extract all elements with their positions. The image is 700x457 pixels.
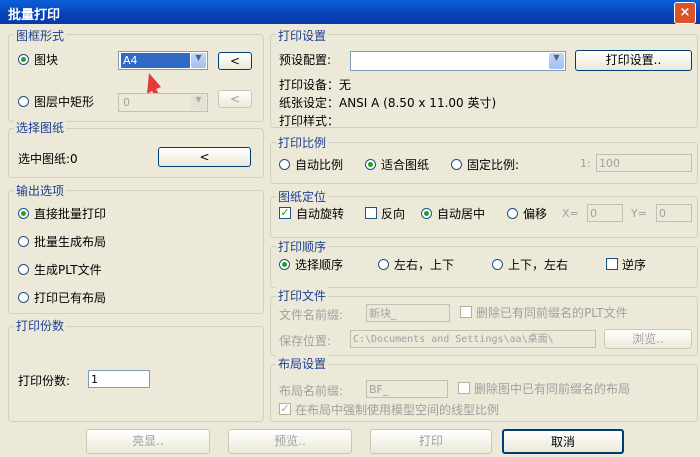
print-settings-title: 打印设置 <box>276 27 329 44</box>
frame-group-title: 图框形式 <box>14 27 67 44</box>
x-label: X= <box>562 207 579 220</box>
browse-button[interactable]: 浏览.. <box>604 329 692 349</box>
chevron-down-icon: ▼ <box>191 53 206 68</box>
output-plt-label: 生成PLT文件 <box>34 263 102 277</box>
pick-icon: < <box>199 150 210 164</box>
ratio-prefix: 1: <box>580 157 591 170</box>
delete-plt-label: 删除已有同前缀名的PLT文件 <box>476 306 628 320</box>
preview-button[interactable]: 预览.. <box>228 429 352 454</box>
print-settings-button[interactable]: 打印设置.. <box>575 50 692 71</box>
output-layout-label: 批量生成布局 <box>34 235 107 249</box>
block-radio[interactable] <box>18 54 29 65</box>
output-direct-label: 直接批量打印 <box>34 207 107 221</box>
reverse-label: 反向 <box>381 207 406 221</box>
highlight-button[interactable]: 亮显.. <box>86 429 210 454</box>
layer-value: 0 <box>123 96 130 109</box>
selected-count-text: 选中图纸:0 <box>18 152 78 166</box>
scale-fit-label: 适合图纸 <box>381 158 430 172</box>
block-label: 图块 <box>34 53 59 67</box>
copies-group-title: 打印份数 <box>14 317 67 334</box>
x-input[interactable]: 0 <box>587 204 623 222</box>
offset-label: 偏移 <box>523 207 548 221</box>
block-combo[interactable]: A4 ▼ <box>118 51 208 70</box>
print-button[interactable]: 打印 <box>370 429 492 454</box>
auto-center-label: 自动居中 <box>437 207 486 221</box>
order-lr-radio[interactable] <box>378 259 389 270</box>
select-group-title: 选择图纸 <box>14 119 67 136</box>
output-layout-radio[interactable] <box>18 236 29 247</box>
output-existing-radio[interactable] <box>18 292 29 303</box>
print-file-title: 打印文件 <box>276 287 329 304</box>
ratio-input[interactable]: 100 <box>596 154 692 172</box>
pick-block-button[interactable]: < <box>218 52 252 70</box>
order-lr-label: 左右，上下 <box>394 258 455 272</box>
chevron-down-icon: ▼ <box>191 95 206 110</box>
style-text: 打印样式： <box>279 114 340 128</box>
window-title: 批量打印 <box>8 8 61 23</box>
file-prefix-label: 文件名前缀: <box>279 308 344 322</box>
order-select-label: 选择顺序 <box>295 258 344 272</box>
delete-layout-checkbox[interactable] <box>458 382 470 394</box>
scale-fit-radio[interactable] <box>365 159 376 170</box>
auto-rotate-checkbox[interactable]: ✓ <box>279 207 291 219</box>
device-text: 打印设备：无 <box>279 78 352 92</box>
file-prefix-input[interactable]: 新块_ <box>366 304 450 322</box>
dialog-client: 图框形式 图块 A4 ▼ < 图层中矩形 0 ▼ < 选择图纸 选中图纸:0 <… <box>0 24 700 457</box>
output-direct-radio[interactable] <box>18 208 29 219</box>
position-group-title: 图纸定位 <box>276 188 329 205</box>
chevron-down-icon: ▼ <box>549 53 564 69</box>
y-label: Y= <box>631 207 647 220</box>
delete-layout-label: 删除图中已有同前缀名的布局 <box>474 382 631 396</box>
cancel-button[interactable]: 取消 <box>502 429 624 454</box>
scale-group-title: 打印比例 <box>276 134 329 151</box>
force-linetype-checkbox[interactable]: ✓ <box>279 403 291 415</box>
order-tb-radio[interactable] <box>492 259 503 270</box>
pick-icon: < <box>229 54 241 68</box>
layout-group-title: 布局设置 <box>276 355 329 372</box>
output-plt-radio[interactable] <box>18 264 29 275</box>
offset-radio[interactable] <box>507 208 518 219</box>
pick-icon: < <box>229 92 241 106</box>
copies-label: 打印份数: <box>18 374 71 388</box>
order-group-title: 打印顺序 <box>276 238 329 255</box>
select-drawings-button[interactable]: < <box>158 147 251 167</box>
order-tb-label: 上下，左右 <box>508 258 569 272</box>
delete-plt-checkbox[interactable] <box>460 306 472 318</box>
close-icon: × <box>679 5 691 20</box>
scale-fixed-label: 固定比例: <box>467 158 520 172</box>
layer-combo[interactable]: 0 ▼ <box>118 93 208 112</box>
copies-input[interactable]: 1 <box>88 370 150 388</box>
layer-rect-label: 图层中矩形 <box>34 95 95 109</box>
force-linetype-label: 在布局中强制使用模型空间的线型比例 <box>295 403 500 417</box>
order-select-radio[interactable] <box>279 259 290 270</box>
order-reverse-checkbox[interactable] <box>606 258 618 270</box>
output-group-title: 输出选项 <box>14 182 67 199</box>
save-path-input[interactable]: C:\Documents and Settings\aa\桌面\ <box>350 330 596 348</box>
order-reverse-label: 逆序 <box>622 258 647 272</box>
scale-fixed-radio[interactable] <box>451 159 462 170</box>
title-bar: 批量打印 × <box>0 0 700 24</box>
block-value: A4 <box>121 53 190 68</box>
preset-combo[interactable]: ▼ <box>350 51 566 71</box>
scale-auto-label: 自动比例 <box>295 158 344 172</box>
preset-label: 预设配置: <box>279 53 332 67</box>
y-input[interactable]: 0 <box>656 204 692 222</box>
auto-center-radio[interactable] <box>421 208 432 219</box>
layout-prefix-label: 布局名前缀: <box>279 384 344 398</box>
layer-rect-radio[interactable] <box>18 96 29 107</box>
save-path-label: 保存位置: <box>279 334 332 348</box>
pick-layer-button[interactable]: < <box>218 90 252 108</box>
scale-auto-radio[interactable] <box>279 159 290 170</box>
paper-text: 纸张设定：ANSI A (8.50 x 11.00 英寸) <box>279 96 497 110</box>
close-button[interactable]: × <box>674 2 696 24</box>
layout-prefix-input[interactable]: BF_ <box>366 380 448 398</box>
reverse-checkbox[interactable] <box>365 207 377 219</box>
auto-rotate-label: 自动旋转 <box>296 207 345 221</box>
output-existing-label: 打印已有布局 <box>34 291 107 305</box>
